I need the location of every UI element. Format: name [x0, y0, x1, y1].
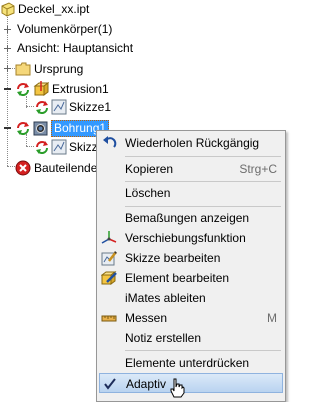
tree-node-ursprung[interactable]: Ursprung: [0, 60, 200, 78]
menu-item-edit-sketch[interactable]: Skizze bearbeiten: [97, 248, 285, 268]
update-arrows-icon: [15, 82, 31, 97]
part-icon: [0, 1, 16, 17]
check-icon: [102, 376, 118, 392]
menu-item-edit-feature[interactable]: Element bearbeiten: [97, 268, 285, 288]
update-arrows-icon: [15, 121, 31, 136]
menu-item-label: Skizze bearbeiten: [125, 251, 221, 265]
menu-item-label: Kopieren: [125, 162, 174, 176]
tree-label-root: Deckel_xx.ipt: [18, 2, 90, 16]
menu-item-derive-imates[interactable]: iMates ableiten: [97, 288, 285, 308]
menu-separator: [125, 206, 281, 207]
tree-label-skizze1: Skizze1: [69, 100, 112, 114]
menu-item-create-note[interactable]: Notiz erstellen: [97, 328, 285, 348]
menu-item-label: Wiederholen Rückgängig: [125, 136, 260, 150]
menu-item-adaptive[interactable]: Adaptiv: [99, 373, 283, 393]
folder-icon: [15, 62, 31, 76]
menu-item-move-feature[interactable]: Verschiebungsfunktion: [97, 228, 285, 248]
menu-shortcut: M: [267, 311, 277, 325]
menu-item-copy[interactable]: Kopieren Strg+C: [97, 159, 285, 179]
hole-feature-icon: [33, 120, 49, 136]
extrusion-feature-icon: [33, 81, 50, 97]
menu-separator: [125, 350, 281, 351]
context-menu: Wiederholen Rückgängig Kopieren Strg+C L…: [96, 130, 286, 402]
tree-node-root[interactable]: Deckel_xx.ipt: [0, 0, 200, 18]
end-of-part-icon: [15, 160, 31, 176]
ruler-icon: [101, 310, 117, 326]
undo-icon: [101, 135, 117, 151]
menu-item-label: Notiz erstellen: [125, 331, 202, 345]
tree-node-extrusion[interactable]: Extrusion1: [0, 80, 200, 98]
expand-plus-icon[interactable]: [4, 26, 11, 33]
tree-node-volumenkoerper[interactable]: Volumenkörper(1): [0, 20, 200, 38]
tree-label-ursprung: Ursprung: [34, 62, 84, 76]
hand-cursor-icon: [169, 378, 185, 398]
tree-label-bauteilende: Bauteilende: [34, 161, 98, 175]
tree-label-extrusion: Extrusion1: [52, 82, 109, 96]
move-axes-icon: [101, 230, 117, 246]
menu-item-suppress-features[interactable]: Elemente unterdrücken: [97, 353, 285, 373]
collapse-minus-icon[interactable]: [4, 85, 11, 92]
menu-separator: [125, 181, 281, 182]
tree-label-volumenkoerper: Volumenkörper(1): [17, 22, 113, 36]
menu-item-label: Bemaßungen anzeigen: [125, 211, 250, 225]
menu-item-label: iMates ableiten: [125, 291, 206, 305]
menu-item-redo-undo[interactable]: Wiederholen Rückgängig: [97, 133, 285, 153]
tree-label-ansicht: Ansicht: Hauptansicht: [17, 41, 134, 55]
update-arrows-icon: [34, 140, 50, 155]
menu-item-delete[interactable]: Löschen: [97, 183, 285, 203]
sketch-icon: [51, 139, 67, 155]
menu-item-measure[interactable]: Messen M: [97, 308, 285, 328]
menu-item-label: Verschiebungsfunktion: [125, 231, 246, 245]
menu-item-show-dimensions[interactable]: Bemaßungen anzeigen: [97, 208, 285, 228]
menu-item-label: Löschen: [125, 186, 171, 200]
tree-node-skizze1[interactable]: Skizze1: [0, 98, 200, 116]
update-arrows-icon: [34, 100, 50, 115]
expand-plus-icon[interactable]: [4, 65, 11, 72]
expand-plus-icon[interactable]: [4, 45, 11, 52]
tree-node-bauteilende[interactable]: Bauteilende: [0, 159, 100, 177]
tree-node-skizze-partial[interactable]: Skizze: [0, 138, 104, 156]
menu-item-label: Element bearbeiten: [125, 271, 230, 285]
menu-item-label: Messen: [125, 311, 168, 325]
menu-separator: [125, 156, 281, 157]
sketch-icon: [51, 99, 67, 115]
collapse-minus-icon[interactable]: [4, 124, 11, 131]
edit-sketch-icon: [101, 250, 117, 266]
menu-shortcut: Strg+C: [239, 162, 277, 176]
menu-item-label: Elemente unterdrücken: [125, 356, 250, 370]
edit-feature-icon: [100, 270, 117, 286]
tree-node-ansicht[interactable]: Ansicht: Hauptansicht: [0, 39, 220, 57]
menu-item-label: Adaptiv: [126, 377, 167, 391]
